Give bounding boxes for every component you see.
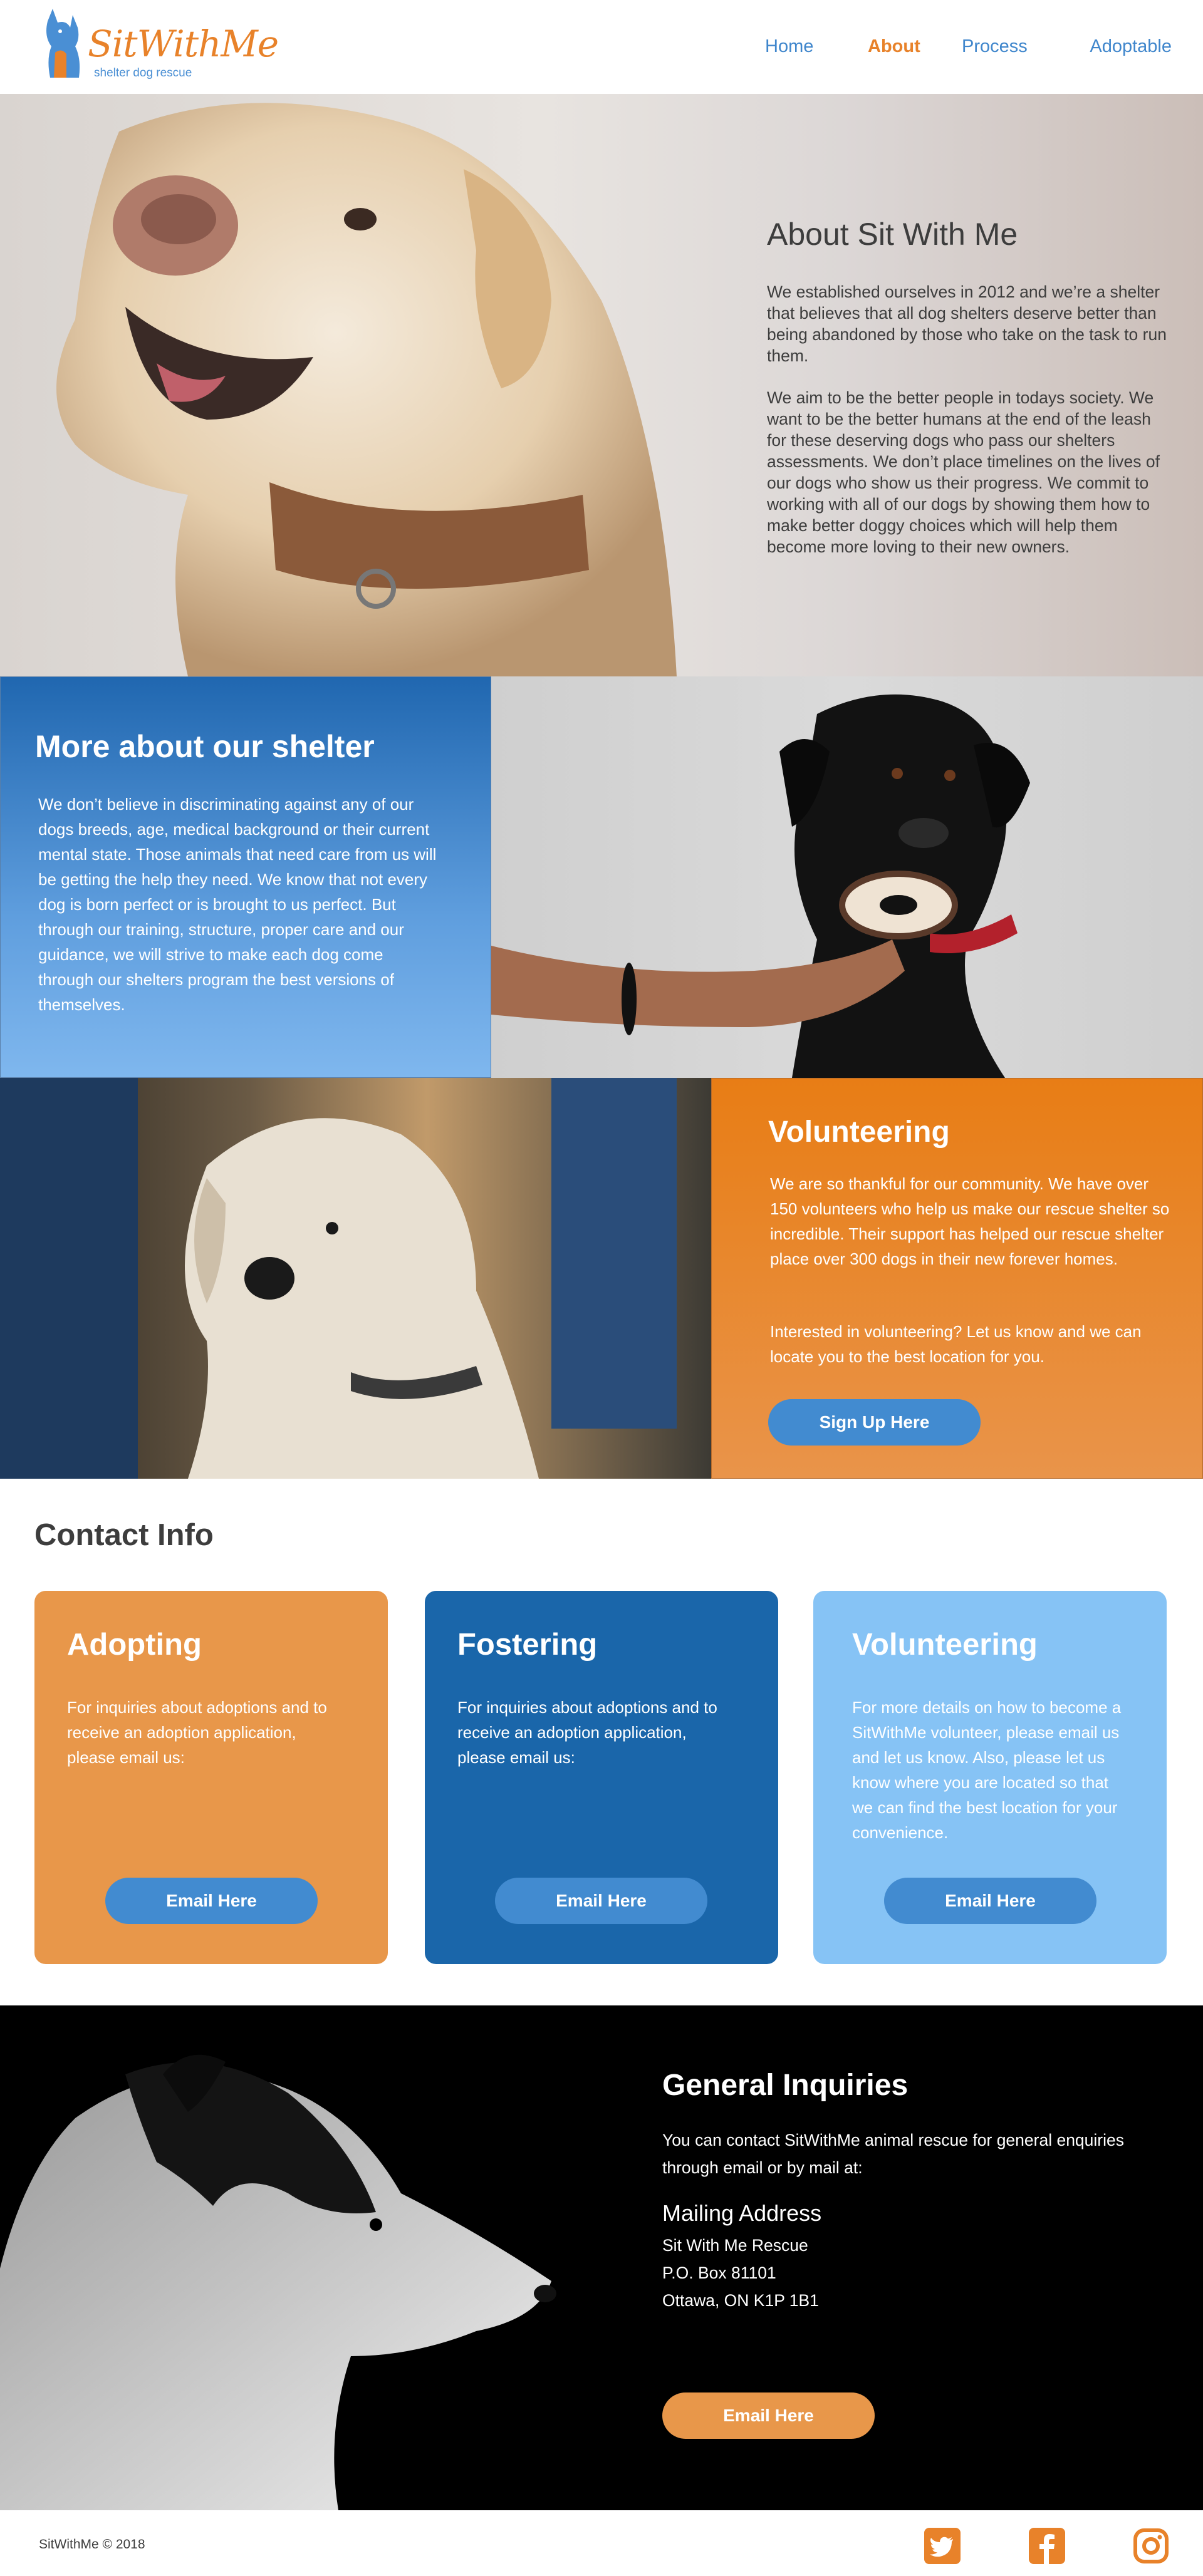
nav-about[interactable]: About (868, 36, 962, 57)
about-paragraph-2: We aim to be the better people in todays… (767, 388, 1160, 556)
mailing-address-line-1: Sit With Me Rescue (662, 2236, 808, 2255)
black-dog-image (491, 694, 1030, 1078)
logo-wordmark: SitWithMe (88, 23, 279, 65)
instagram-icon[interactable] (1133, 2528, 1169, 2564)
about-hero: About Sit With Me We established ourselv… (0, 94, 1203, 676)
general-email-button[interactable]: Email Here (662, 2392, 875, 2439)
volunteering-card: Volunteering For more details on how to … (813, 1591, 1167, 1964)
general-inquiries-text: You can contact SitWithMe animal rescue … (662, 2131, 1124, 2177)
mailing-address-line-2: P.O. Box 81101 (662, 2263, 776, 2282)
volunteering-text-2: Interested in volunteering? Let us know … (770, 1322, 1142, 1366)
fostering-email-button[interactable]: Email Here (495, 1878, 707, 1924)
black-dog-photo (491, 676, 1203, 1078)
volunteering-email-button[interactable]: Email Here (884, 1878, 1096, 1924)
volunteering-panel: Volunteering We are so thankful for our … (711, 1078, 1203, 1479)
volunteering-title: Volunteering (768, 1115, 950, 1149)
fostering-card: Fostering For inquiries about adoptions … (425, 1591, 778, 1964)
logo-tagline: shelter dog rescue (94, 66, 192, 80)
volunteering-text-1: We are so thankful for our community. We… (770, 1174, 1170, 1268)
more-about-panel: More about our shelter We don’t believe … (0, 676, 491, 1078)
twitter-icon[interactable] (924, 2528, 961, 2564)
contact-info-title: Contact Info (34, 1518, 214, 1552)
about-content: About Sit With Me We established ourselv… (767, 216, 1168, 578)
site-footer: SitWithMe © 2018 (0, 2510, 1203, 2576)
site-logo[interactable]: SitWithMe shelter dog rescue (41, 9, 279, 88)
adopting-card: Adopting For inquiries about adoptions a… (34, 1591, 388, 1964)
mailing-address-title: Mailing Address (662, 2200, 822, 2226)
nav-home[interactable]: Home (765, 36, 868, 57)
dog-logo-icon (46, 9, 80, 78)
border-collie-photo (0, 2054, 556, 2510)
nav-process[interactable]: Process (962, 36, 1046, 57)
general-inquiries-title: General Inquiries (662, 2069, 909, 2102)
general-inquiries-section: General Inquiries You can contact SitWit… (0, 2005, 1203, 2510)
copyright-text: SitWithMe © 2018 (39, 2537, 145, 2552)
white-dog-image (0, 1078, 677, 1479)
labrador-photo (56, 103, 677, 676)
facebook-icon[interactable] (1029, 2528, 1065, 2564)
about-title: About Sit With Me (767, 217, 1018, 252)
adopting-email-button[interactable]: Email Here (105, 1878, 318, 1924)
volunteering-card-title: Volunteering (852, 1628, 1038, 1662)
more-about-title: More about our shelter (35, 729, 375, 764)
more-about-text: We don’t believe in discriminating again… (38, 795, 437, 1014)
main-nav: Home About Process Adoptable (765, 36, 1172, 57)
sign-up-button[interactable]: Sign Up Here (768, 1399, 981, 1446)
general-inquiries-content: General Inquiries You can contact SitWit… (662, 2068, 1151, 2314)
nav-adoptable[interactable]: Adoptable (1046, 36, 1172, 57)
adopting-card-title: Adopting (67, 1628, 202, 1662)
mailing-address-line-3: Ottawa, ON K1P 1B1 (662, 2291, 819, 2310)
volunteering-card-text: For more details on how to become a SitW… (852, 1698, 1122, 1842)
site-header: SitWithMe shelter dog rescue Home About … (0, 0, 1203, 94)
white-dog-photo (0, 1078, 711, 1479)
adopting-card-text: For inquiries about adoptions and to rec… (67, 1698, 327, 1767)
about-paragraph-1: We established ourselves in 2012 and we’… (767, 282, 1167, 365)
fostering-card-text: For inquiries about adoptions and to rec… (457, 1698, 717, 1767)
fostering-card-title: Fostering (457, 1628, 598, 1662)
